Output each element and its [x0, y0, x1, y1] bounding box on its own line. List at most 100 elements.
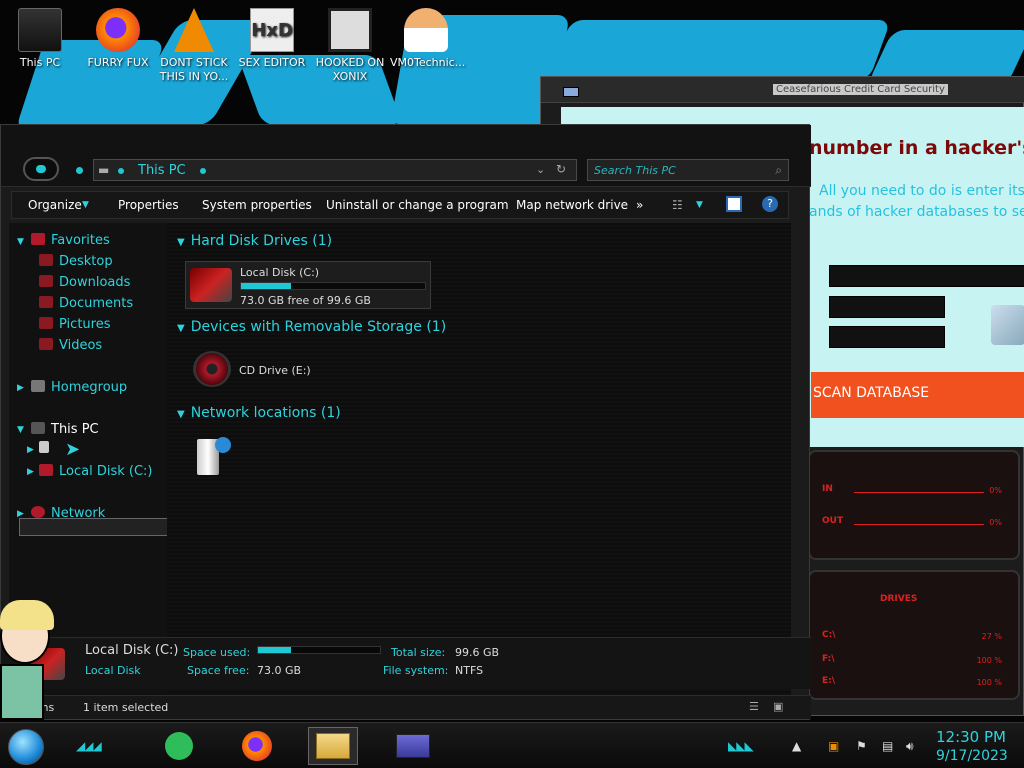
nav-item-desktop[interactable]: Desktop [39, 254, 113, 269]
network-tray-icon[interactable]: ▤ [882, 739, 893, 753]
usb-drive-icon [39, 441, 49, 453]
map-network-drive-button[interactable]: Map network drive [516, 198, 628, 212]
details-title: Local Disk (C:) [85, 643, 179, 658]
address-text[interactable]: This PC [138, 163, 186, 178]
nav-item-favorites[interactable]: Favorites [31, 233, 110, 248]
nav-item-network[interactable]: Network [31, 506, 105, 521]
expand-arrow-icon[interactable]: ▶ [17, 509, 24, 519]
drive-c-value: 27 % [981, 632, 1002, 641]
expand-arrow-icon[interactable]: ▶ [27, 445, 34, 455]
space-used-label: Space used: [183, 646, 251, 659]
taskbar-app-explorer[interactable] [308, 727, 358, 765]
properties-button[interactable]: Properties [118, 198, 179, 212]
star-icon [31, 233, 45, 245]
scam-subtext-2: ands of hacker databases to see [809, 204, 1024, 220]
window-icon [563, 87, 579, 97]
search-icon[interactable]: ⌕ [775, 163, 782, 178]
action-center-flag-icon[interactable]: ⚑ [856, 739, 867, 753]
chevron-down-icon[interactable]: ▼ [696, 200, 703, 210]
chevron-down-icon[interactable]: ⌄ [536, 163, 545, 176]
expand-arrow-icon[interactable]: ▶ [27, 467, 34, 477]
expand-arrow-icon[interactable]: ▶ [17, 383, 24, 393]
nav-label: Local Disk (C:) [59, 464, 153, 479]
nav-item-downloads[interactable]: Downloads [39, 275, 130, 290]
nav-label: Network [51, 506, 106, 521]
clock-time[interactable]: 12:30 PM [936, 728, 1006, 746]
desktop-icon-dont-stick[interactable]: DONT STICK THIS IN YO... [158, 8, 230, 84]
chevron-down-icon: ▼ [177, 409, 185, 420]
uninstall-program-button[interactable]: Uninstall or change a program [326, 198, 509, 212]
nav-label: Pictures [59, 317, 111, 332]
desktop-icon [39, 254, 53, 266]
nav-label: Documents [59, 296, 134, 311]
expand-arrow-icon[interactable]: ▼ [17, 425, 24, 435]
expand-arrow-icon[interactable]: ▼ [17, 237, 24, 247]
details-view-icon[interactable]: ☰ [749, 700, 759, 713]
cvv-field[interactable] [829, 326, 945, 348]
scam-window-title: Ceasefarious Credit Card Security [773, 84, 948, 95]
tray-app-icon[interactable]: ▣ [828, 739, 839, 753]
pictures-icon [39, 317, 53, 329]
preview-pane-icon[interactable] [726, 196, 742, 212]
clock-date[interactable]: 9/17/2023 [936, 748, 1008, 764]
organize-button[interactable]: Organize [28, 198, 82, 212]
search-input[interactable]: Search This PC ⌕ [587, 159, 789, 181]
group-header-removable[interactable]: ▼ Devices with Removable Storage (1) [177, 319, 446, 335]
cd-drive-label[interactable]: CD Drive (E:) [239, 364, 311, 377]
desktop-icon-hooked-on-xonix[interactable]: HOOKED ON XONIX [314, 8, 386, 84]
taskbar-app-firefox[interactable] [232, 727, 282, 765]
hard-disk-icon [190, 268, 232, 302]
nav-item-homegroup[interactable]: Homegroup [31, 380, 127, 395]
desktop: This PC FURRY FUX DONT STICK THIS IN YO.… [0, 0, 1024, 768]
sticker-hair [0, 600, 54, 630]
card-number-field[interactable] [829, 265, 1024, 287]
address-bar[interactable]: ▬ This PC ⌄ ↻ [93, 159, 577, 181]
nav-item-this-pc[interactable]: This PC [31, 422, 99, 437]
refresh-icon[interactable]: ↻ [556, 162, 566, 176]
taskbar-deco-icon: ◢◢◢ [76, 739, 102, 753]
star-butterfly-sticker [0, 600, 54, 720]
nav-item-documents[interactable]: Documents [39, 296, 133, 311]
back-forward-icon[interactable] [23, 157, 59, 181]
more-commands-button[interactable]: » [636, 198, 643, 212]
volume-icon[interactable]: 🔊︎ [906, 739, 914, 754]
drives-meter-gadget: DRIVES C:\ 27 % F:\ 100 % E:\ 100 % [808, 570, 1020, 700]
desktop-icon-label: DONT STICK THIS IN YO... [159, 56, 229, 83]
status-bar: ems 1 item selected ☰ ▣ [1, 695, 811, 719]
nav-item-videos[interactable]: Videos [39, 338, 102, 353]
desktop-icon-vm0technic[interactable]: VM0Technic... [390, 8, 465, 70]
help-icon[interactable]: ? [762, 196, 778, 212]
taskbar-app-card[interactable] [388, 727, 438, 765]
show-hidden-icons[interactable]: ▲ [792, 739, 801, 753]
desktop-icon-furry-fux[interactable]: FURRY FUX [82, 8, 154, 70]
cd-drive-icon[interactable] [193, 351, 231, 387]
gadget-in-value: 0% [989, 486, 1002, 495]
desktop-icon-this-pc[interactable]: This PC [4, 8, 76, 70]
sticker-dress [0, 664, 44, 720]
scam-window-titlebar[interactable]: Ceasefarious Credit Card Security [541, 77, 1024, 103]
nav-item-pictures[interactable]: Pictures [39, 317, 110, 332]
local-disk-tile[interactable]: Local Disk (C:) 73.0 GB free of 99.6 GB [185, 261, 431, 309]
credit-card-icon [991, 305, 1024, 345]
network-server-icon[interactable] [191, 435, 233, 477]
total-size-label: Total size: [391, 646, 446, 659]
start-button[interactable] [8, 729, 44, 765]
taskbar-app-notes[interactable] [154, 727, 204, 765]
explorer-window[interactable]: ▬ This PC ⌄ ↻ Search This PC ⌕ Organize … [0, 124, 811, 720]
expiry-field[interactable] [829, 296, 945, 318]
desktop-icon-sex-editor[interactable]: HxD SEX EDITOR [236, 8, 308, 70]
chevron-down-icon: ▼ [177, 237, 185, 248]
chevron-down-icon[interactable]: ▼ [82, 200, 89, 210]
scan-database-button[interactable]: SCAN DATABASE [811, 372, 1024, 418]
command-bar: Organize ▼ Properties System properties … [11, 191, 789, 219]
view-options-icon[interactable]: ☷ [672, 198, 683, 212]
group-header-network[interactable]: ▼ Network locations (1) [177, 405, 341, 421]
system-properties-button[interactable]: System properties [202, 198, 312, 212]
nav-item-usb[interactable] [39, 441, 55, 456]
large-icons-view-icon[interactable]: ▣ [773, 700, 783, 713]
homegroup-icon [31, 380, 45, 392]
in-graph-line [854, 492, 984, 493]
nav-item-local-disk[interactable]: Local Disk (C:) [39, 464, 152, 479]
group-header-hard-disks[interactable]: ▼ Hard Disk Drives (1) [177, 233, 332, 249]
computer-icon [18, 8, 62, 52]
